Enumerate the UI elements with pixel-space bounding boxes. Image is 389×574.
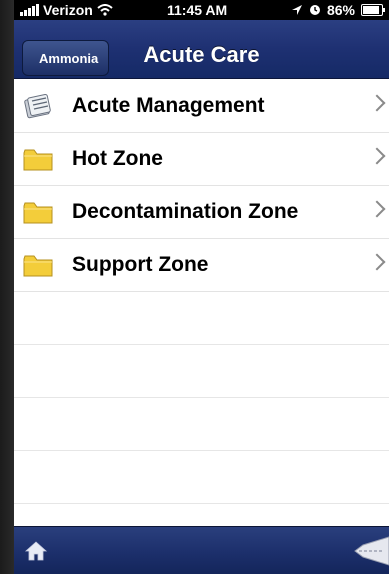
list-item-support-zone[interactable]: Support Zone xyxy=(14,239,389,292)
phone-screen: Verizon 11:45 AM 86% Ammonia Acute Care xyxy=(14,0,389,574)
list-item-decontamination-zone[interactable]: Decontamination Zone xyxy=(14,186,389,239)
list-item-hot-zone[interactable]: Hot Zone xyxy=(14,133,389,186)
menu-list: Acute Management Hot Zone Decontaminatio… xyxy=(14,80,389,504)
document-icon xyxy=(22,91,54,121)
status-right: 86% xyxy=(291,2,385,18)
carrier-label: Verizon xyxy=(43,2,93,18)
alarm-icon xyxy=(309,4,321,16)
chevron-right-icon xyxy=(368,147,386,165)
screen-edge xyxy=(0,0,14,574)
status-left: Verizon xyxy=(20,2,113,18)
folder-icon xyxy=(22,144,54,174)
chevron-right-icon xyxy=(368,94,386,112)
battery-icon xyxy=(361,4,385,16)
home-icon[interactable] xyxy=(24,539,48,563)
location-arrow-icon xyxy=(291,4,303,16)
bottom-toolbar xyxy=(14,526,389,574)
battery-percent: 86% xyxy=(326,2,355,18)
empty-row xyxy=(14,292,389,345)
wifi-icon xyxy=(97,4,113,16)
folder-icon xyxy=(22,197,54,227)
folder-icon xyxy=(22,250,54,280)
empty-row xyxy=(14,398,389,451)
empty-row xyxy=(14,345,389,398)
page-title: Acute Care xyxy=(143,42,260,67)
navigation-bar: Ammonia Acute Care xyxy=(14,20,389,79)
list-item-label: Support Zone xyxy=(72,253,209,276)
list-item-label: Decontamination Zone xyxy=(72,200,299,223)
list-item-label: Hot Zone xyxy=(72,147,163,170)
chevron-right-icon xyxy=(368,253,386,271)
status-time: 11:45 AM xyxy=(167,2,228,18)
empty-row xyxy=(14,451,389,504)
list-item-label: Acute Management xyxy=(72,94,265,117)
list-item-acute-management[interactable]: Acute Management xyxy=(14,80,389,133)
chevron-right-icon xyxy=(368,200,386,218)
signal-icon xyxy=(20,4,39,16)
slider-icon[interactable] xyxy=(353,535,389,567)
status-bar: Verizon 11:45 AM 86% xyxy=(14,0,389,20)
